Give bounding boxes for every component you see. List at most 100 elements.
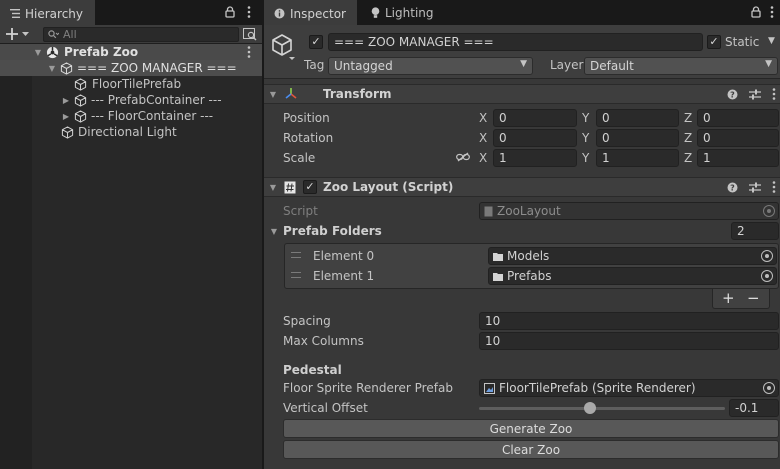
foldout-arrow-icon[interactable]: ▼ xyxy=(268,183,278,192)
tag-dropdown[interactable]: Untagged ▼ xyxy=(328,57,533,75)
drag-handle-icon[interactable] xyxy=(291,272,301,278)
scale-y-field[interactable]: 1 xyxy=(596,149,679,167)
max-columns-field[interactable]: 10 xyxy=(479,332,779,350)
more-options-icon[interactable] xyxy=(770,6,774,18)
chevron-down-icon: ▼ xyxy=(765,59,772,69)
position-z-field[interactable]: 0 xyxy=(697,109,779,127)
remove-element-button[interactable]: − xyxy=(747,289,760,307)
preset-sliders-icon[interactable] xyxy=(749,89,761,100)
element-1-field[interactable]: Prefabs xyxy=(488,267,777,285)
lock-icon[interactable] xyxy=(225,6,235,18)
drag-handle-icon[interactable] xyxy=(291,252,301,258)
zoo-layout-header[interactable]: ▼ ✓ Zoo Layout (Script) ? xyxy=(264,177,780,197)
hierarchy-item-directional-light[interactable]: Directional Light xyxy=(0,124,262,140)
max-columns-label: Max Columns xyxy=(283,334,364,348)
add-element-button[interactable]: + xyxy=(722,289,735,307)
unity-scene-icon xyxy=(46,46,59,59)
active-checkbox[interactable]: ✓ xyxy=(309,35,323,49)
collapse-arrow-icon[interactable]: ▶ xyxy=(61,112,71,121)
add-dropdown-icon[interactable] xyxy=(6,27,30,41)
rotation-y-field[interactable]: 0 xyxy=(596,129,679,147)
expand-arrow-icon[interactable]: ▼ xyxy=(33,48,43,57)
axis-z-label: Z xyxy=(684,131,693,145)
prefab-folders-list: Element 0 Models Element 1 Prefabs xyxy=(284,243,779,289)
rotation-x-field[interactable]: 0 xyxy=(493,129,577,147)
scene-row[interactable]: ▼ Prefab Zoo xyxy=(0,44,262,60)
prefab-folders-size-field[interactable]: 2 xyxy=(731,222,779,240)
tag-label: Tag xyxy=(304,58,325,72)
list-footer: + − xyxy=(712,289,770,309)
more-options-icon[interactable] xyxy=(772,88,776,100)
scale-z-field[interactable]: 1 xyxy=(697,149,779,167)
object-picker-icon[interactable] xyxy=(761,270,773,282)
layer-value: Default xyxy=(590,59,634,73)
scene-search-icon[interactable] xyxy=(243,28,257,41)
foldout-arrow-icon[interactable]: ▼ xyxy=(268,90,278,99)
scale-x-field[interactable]: 1 xyxy=(493,149,577,167)
scene-more-icon[interactable] xyxy=(247,46,251,58)
axis-y-label: Y xyxy=(582,111,590,125)
more-options-icon[interactable] xyxy=(772,181,776,193)
object-picker-icon[interactable] xyxy=(761,250,773,262)
hierarchy-tab[interactable]: Hierarchy xyxy=(0,0,95,25)
hierarchy-item-floor-tile-prefab[interactable]: FloorTilePrefab xyxy=(0,76,262,92)
transform-header-icons: ? xyxy=(727,88,776,100)
hierarchy-item-label: FloorTilePrefab xyxy=(92,77,182,91)
rotation-z-field[interactable]: 0 xyxy=(697,129,779,147)
script-hash-icon xyxy=(284,181,296,194)
lighting-tab[interactable]: Lighting xyxy=(371,0,434,25)
object-name-field[interactable]: === ZOO MANAGER === xyxy=(328,33,703,51)
hierarchy-item-prefab-container[interactable]: ▶ --- PrefabContainer --- xyxy=(0,92,262,108)
script-enabled-checkbox[interactable]: ✓ xyxy=(303,180,317,194)
element-0-field[interactable]: Models xyxy=(488,247,777,265)
hierarchy-panel: Hierarchy All ▼ Prefab Zoo ▼ === ZOO MAN… xyxy=(0,0,262,469)
script-file-icon xyxy=(484,206,493,217)
collapse-arrow-icon[interactable]: ▶ xyxy=(61,96,71,105)
preset-sliders-icon[interactable] xyxy=(749,182,761,193)
svg-text:?: ? xyxy=(730,183,735,192)
hierarchy-item-label: --- PrefabContainer --- xyxy=(91,93,222,107)
help-icon[interactable]: ? xyxy=(727,89,738,100)
lock-icon[interactable] xyxy=(751,6,761,18)
constrain-proportions-link-icon[interactable] xyxy=(456,152,470,162)
gameobject-cube-icon xyxy=(74,77,87,91)
help-icon[interactable]: ? xyxy=(727,182,738,193)
hierarchy-item-label: === ZOO MANAGER === xyxy=(77,61,237,75)
spacing-field[interactable]: 10 xyxy=(479,312,779,330)
axis-x-label: X xyxy=(479,111,488,125)
lighting-tab-label: Lighting xyxy=(385,5,434,20)
hierarchy-item-label: Directional Light xyxy=(78,125,177,139)
search-input[interactable]: All xyxy=(43,27,239,42)
layer-dropdown[interactable]: Default ▼ xyxy=(584,57,778,75)
more-options-icon[interactable] xyxy=(247,6,251,18)
hierarchy-item-floor-container[interactable]: ▶ --- FloorContainer --- xyxy=(0,108,262,124)
foldout-arrow-icon[interactable]: ▼ xyxy=(269,227,279,236)
gameobject-cube-icon xyxy=(74,93,87,107)
clear-zoo-button[interactable]: Clear Zoo xyxy=(283,440,779,459)
inspector-tab[interactable]: Inspector xyxy=(264,0,357,25)
floor-sprite-value: FloorTilePrefab (Sprite Renderer) xyxy=(499,381,696,395)
vertical-offset-slider-thumb[interactable] xyxy=(584,402,597,414)
gameobject-large-cube-icon[interactable] xyxy=(271,33,297,61)
search-icon xyxy=(48,30,59,39)
hierarchy-item-zoo-manager[interactable]: ▼ === ZOO MANAGER === xyxy=(0,60,262,76)
search-placeholder: All xyxy=(63,28,77,41)
transform-header[interactable]: ▼ Transform ? xyxy=(264,84,780,104)
axis-y-label: Y xyxy=(582,131,590,145)
object-picker-icon[interactable] xyxy=(763,382,775,394)
element-1-label: Element 1 xyxy=(313,269,375,283)
inspector-tabbar: Inspector Lighting xyxy=(264,0,780,25)
expand-arrow-icon[interactable]: ▼ xyxy=(47,64,57,73)
element-0-value: Models xyxy=(507,249,550,263)
floor-sprite-field[interactable]: FloorTilePrefab (Sprite Renderer) xyxy=(479,379,779,397)
position-y-field[interactable]: 0 xyxy=(596,109,679,127)
vertical-offset-slider-track[interactable] xyxy=(479,407,725,410)
position-x-field[interactable]: 0 xyxy=(493,109,577,127)
vertical-offset-field[interactable]: -0.1 xyxy=(729,399,779,417)
static-dropdown-icon[interactable]: ▼ xyxy=(768,36,775,46)
generate-zoo-button[interactable]: Generate Zoo xyxy=(283,419,779,438)
spacing-label: Spacing xyxy=(283,314,331,328)
static-label: Static xyxy=(725,35,760,49)
axis-x-label: X xyxy=(479,131,488,145)
static-checkbox[interactable]: ✓ xyxy=(707,35,721,49)
